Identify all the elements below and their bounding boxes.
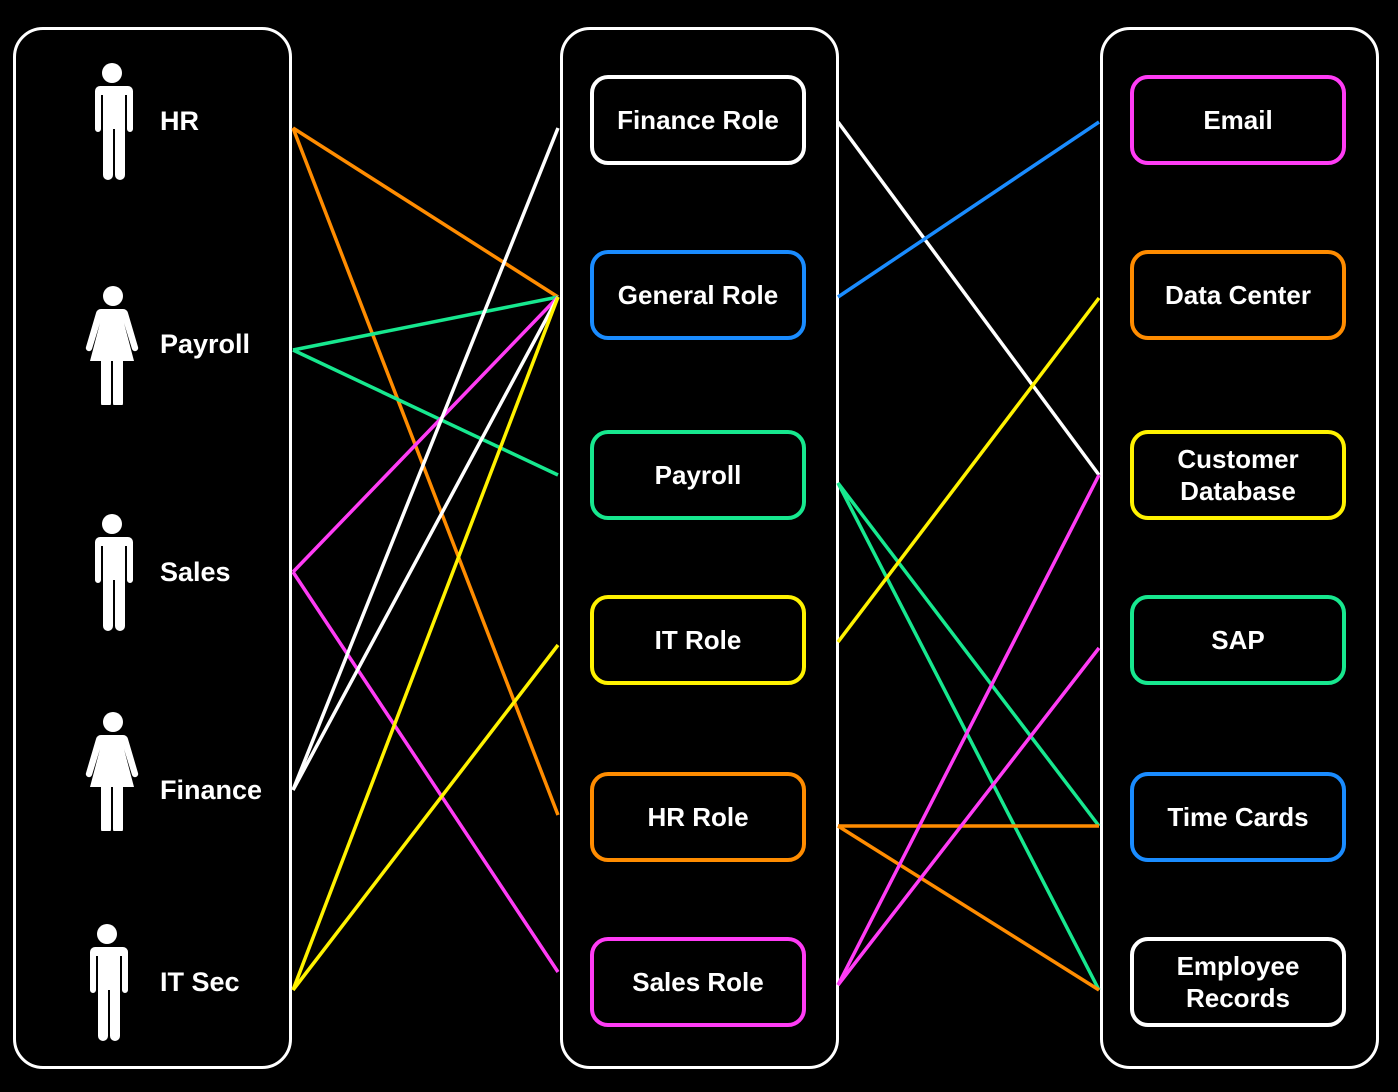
role-general[interactable]: General Role <box>590 250 806 340</box>
link-sales-general-role <box>291 295 560 574</box>
role-payroll[interactable]: Payroll <box>590 430 806 520</box>
user-finance[interactable]: Finance <box>85 711 285 831</box>
resources-panel <box>1100 27 1379 1069</box>
link-hr-hr-role <box>291 127 560 816</box>
user-itsec[interactable]: IT Sec <box>85 923 285 1043</box>
man-icon <box>90 924 128 1041</box>
resource-employee-records[interactable]: Employee Records <box>1130 937 1346 1027</box>
resource-data-center[interactable]: Data Center <box>1130 250 1346 340</box>
role-label: Finance Role <box>617 105 779 135</box>
user-payroll[interactable]: Payroll <box>85 285 285 405</box>
role-hr[interactable]: HR Role <box>590 772 806 862</box>
link-hr-general-role <box>292 126 559 299</box>
role-label: Payroll <box>654 460 742 490</box>
role-label: HR Role <box>647 802 749 832</box>
role-label: IT Role <box>654 625 742 655</box>
link-payroll-role-time-cards <box>836 481 1101 828</box>
link-payroll-general-role <box>292 295 559 352</box>
link-finance-finance-role <box>291 127 560 791</box>
link-sales-role-sap <box>836 646 1101 987</box>
link-itsec-general-role <box>291 296 560 991</box>
man-icon <box>95 514 133 631</box>
link-payroll-payroll-role <box>292 348 559 477</box>
user-label: HR <box>160 106 199 136</box>
link-finance-role-customer-database <box>836 120 1101 477</box>
link-itsec-it-role <box>291 643 560 992</box>
link-sales-role-customer-database <box>836 474 1101 986</box>
link-finance-general-role <box>291 296 560 791</box>
link-payroll-role-employee-records <box>836 482 1101 991</box>
user-label: Payroll <box>160 329 251 359</box>
user-sales[interactable]: Sales <box>85 513 285 633</box>
man-icon <box>95 63 133 180</box>
link-hr-role-employee-records <box>837 824 1100 992</box>
link-sales-sales-role <box>291 571 560 973</box>
role-finance[interactable]: Finance Role <box>590 75 806 165</box>
resource-label: Time Cards <box>1167 802 1309 832</box>
resource-label: Employee Records <box>1176 951 1300 1013</box>
woman-icon <box>85 286 139 405</box>
user-label: Sales <box>160 557 231 587</box>
resource-label: Data Center <box>1165 280 1311 310</box>
resource-email[interactable]: Email <box>1130 75 1346 165</box>
role-it[interactable]: IT Role <box>590 595 806 685</box>
user-label: IT Sec <box>160 967 240 997</box>
resource-sap[interactable]: SAP <box>1130 595 1346 685</box>
woman-icon <box>85 712 139 831</box>
user-label: Finance <box>160 775 263 805</box>
role-sales[interactable]: Sales Role <box>590 937 806 1027</box>
role-label: Sales Role <box>632 967 764 997</box>
link-general-role-email <box>837 120 1100 299</box>
user-hr[interactable]: HR <box>85 62 285 182</box>
role-label: General Role <box>617 280 779 310</box>
link-it-role-data-center <box>836 296 1101 644</box>
resource-label: Email <box>1203 105 1273 135</box>
resource-label: Customer Database <box>1177 444 1299 506</box>
resource-customer-database[interactable]: Customer Database <box>1130 430 1346 520</box>
resource-time-cards[interactable]: Time Cards <box>1130 772 1346 862</box>
resource-label: SAP <box>1211 625 1265 655</box>
roles-panel <box>560 27 839 1069</box>
